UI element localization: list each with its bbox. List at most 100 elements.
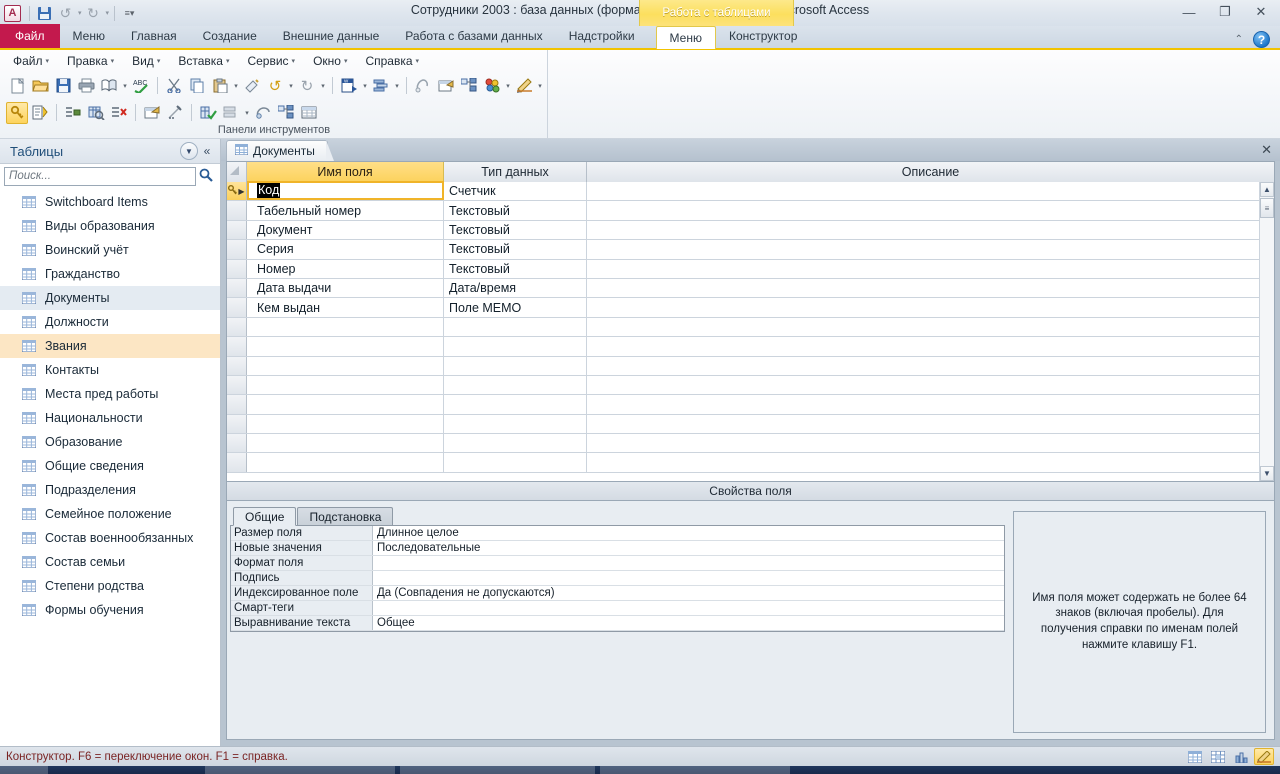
property-value[interactable] (373, 571, 1004, 585)
cell-data-type[interactable]: Дата/время (444, 278, 587, 298)
field-row-empty[interactable] (227, 356, 1274, 376)
cell-field-name[interactable]: Номер (247, 259, 444, 278)
column-header-field-name[interactable]: Имя поля (247, 162, 444, 182)
cell-data-type[interactable]: Текстовый (444, 220, 587, 240)
property-row-1[interactable]: Новые значения Последовательные (231, 541, 1004, 556)
row-selector[interactable] (227, 240, 247, 259)
nav-item-17[interactable]: Формы обучения (0, 598, 220, 622)
test-validation-icon[interactable] (197, 102, 219, 124)
cell-field-name[interactable] (247, 337, 444, 356)
field-row-empty[interactable] (227, 395, 1274, 415)
print-icon[interactable] (75, 75, 97, 97)
row-selector[interactable] (227, 259, 247, 278)
taskbar-item[interactable] (0, 766, 48, 774)
redo-dropdown-icon[interactable]: ▾ (319, 82, 327, 90)
cell-field-name[interactable]: Документ (247, 220, 444, 240)
cell-description[interactable] (587, 395, 1274, 413)
field-row-1[interactable]: Табельный номер Текстовый (227, 201, 1274, 221)
row-selector[interactable] (227, 356, 247, 375)
toolbar-options-icon[interactable] (513, 75, 535, 97)
cell-description[interactable] (587, 453, 1274, 471)
row-selector[interactable] (227, 278, 247, 298)
access-logo-icon[interactable]: A (4, 4, 21, 22)
customize-qat-icon[interactable]: ≡▾ (120, 4, 139, 23)
pivottable-view-button[interactable] (1208, 748, 1228, 765)
cell-field-name[interactable]: Табельный номер (247, 201, 444, 220)
format-painter-icon[interactable] (241, 75, 263, 97)
analyze-dropdown-icon[interactable]: ▾ (393, 82, 401, 90)
property-value[interactable]: Последовательные (373, 541, 1004, 555)
collapse-ribbon-icon[interactable]: ⌃ (1235, 34, 1243, 45)
row-selector[interactable] (227, 375, 247, 395)
paste-icon[interactable] (209, 75, 231, 97)
property-value[interactable]: Общее (373, 616, 1004, 630)
nav-item-15[interactable]: Состав семьи (0, 550, 220, 574)
redo-icon[interactable]: ↻ (296, 75, 318, 97)
nav-item-13[interactable]: Семейное положение (0, 502, 220, 526)
cell-description[interactable] (587, 182, 1274, 200)
minimize-button[interactable]: — (1178, 2, 1200, 22)
chevron-down-icon[interactable]: ▼ (180, 142, 198, 160)
close-document-icon[interactable]: ✕ (1261, 142, 1272, 158)
tab-external-data[interactable]: Внешние данные (270, 24, 393, 48)
cell-field-name[interactable] (247, 453, 444, 472)
cell-description[interactable] (587, 260, 1274, 278)
close-button[interactable]: ✕ (1250, 2, 1272, 22)
menu-file[interactable]: Файл ▾ (4, 54, 58, 68)
nav-item-4[interactable]: Документы (0, 286, 220, 310)
cell-data-type[interactable] (444, 395, 587, 414)
primary-key-icon[interactable] (6, 101, 28, 124)
scrollbar-thumb[interactable]: ≡ (1260, 198, 1274, 218)
cut-scissors-icon[interactable] (163, 75, 185, 97)
nav-item-11[interactable]: Общие сведения (0, 454, 220, 478)
cell-description[interactable] (587, 337, 1274, 355)
help-icon[interactable]: ? (1253, 31, 1270, 48)
cell-data-type[interactable] (444, 434, 587, 453)
cell-data-type[interactable]: Счетчик (444, 182, 587, 201)
macro-icon[interactable] (481, 75, 503, 97)
field-row-empty[interactable] (227, 434, 1274, 454)
tab-contextual-menu[interactable]: Меню (655, 26, 716, 49)
row-selector[interactable] (227, 201, 247, 220)
grid-select-all-corner[interactable] (227, 162, 247, 182)
nav-item-8[interactable]: Места пред работы (0, 382, 220, 406)
field-row-5[interactable]: Дата выдачи Дата/время (227, 278, 1274, 299)
cell-description[interactable] (587, 415, 1274, 433)
tab-general[interactable]: Общие (233, 507, 297, 526)
row-selector[interactable] (227, 337, 247, 356)
property-row-0[interactable]: Размер поля Длинное целое (231, 526, 1004, 541)
cell-data-type[interactable]: Поле MEMO (444, 298, 587, 317)
cell-data-type[interactable] (444, 337, 587, 356)
property-row-2[interactable]: Формат поля (231, 556, 1004, 571)
tab-home[interactable]: Главная (118, 24, 190, 48)
nav-item-16[interactable]: Степени родства (0, 574, 220, 598)
taskbar-item[interactable] (205, 766, 395, 774)
cell-field-name[interactable]: Дата выдачи (247, 278, 444, 298)
open-folder-icon[interactable] (29, 75, 51, 97)
field-row-4[interactable]: Номер Текстовый (227, 259, 1274, 279)
indexes-icon[interactable] (85, 102, 107, 124)
tab-contextual-design[interactable]: Конструктор (716, 24, 810, 48)
menu-window[interactable]: Окно ▾ (304, 54, 356, 68)
row-selector[interactable] (227, 220, 247, 240)
cell-description[interactable] (587, 221, 1274, 239)
cell-data-type[interactable] (444, 356, 587, 375)
cell-field-name[interactable] (247, 317, 444, 337)
nav-item-14[interactable]: Состав военнообязанных (0, 526, 220, 550)
column-header-description[interactable]: Описание (587, 162, 1274, 182)
row-selector[interactable] (227, 453, 247, 472)
nav-item-1[interactable]: Виды образования (0, 214, 220, 238)
save-icon[interactable] (35, 4, 54, 23)
cell-data-type[interactable]: Текстовый (444, 259, 587, 278)
search-icon[interactable] (196, 168, 216, 185)
cell-description[interactable] (587, 298, 1274, 316)
document-tab-documenty[interactable]: Документы (226, 140, 334, 161)
cell-data-type[interactable]: Текстовый (444, 240, 587, 259)
new-object-icon[interactable] (458, 75, 480, 97)
cell-field-name[interactable] (247, 356, 444, 375)
taskbar-item[interactable] (400, 766, 595, 774)
cell-description[interactable] (587, 434, 1274, 452)
collapse-pane-icon[interactable]: « (198, 144, 216, 158)
macro-dropdown-icon[interactable]: ▾ (504, 82, 512, 90)
toolbar-options-dropdown-icon[interactable]: ▾ (536, 82, 544, 90)
